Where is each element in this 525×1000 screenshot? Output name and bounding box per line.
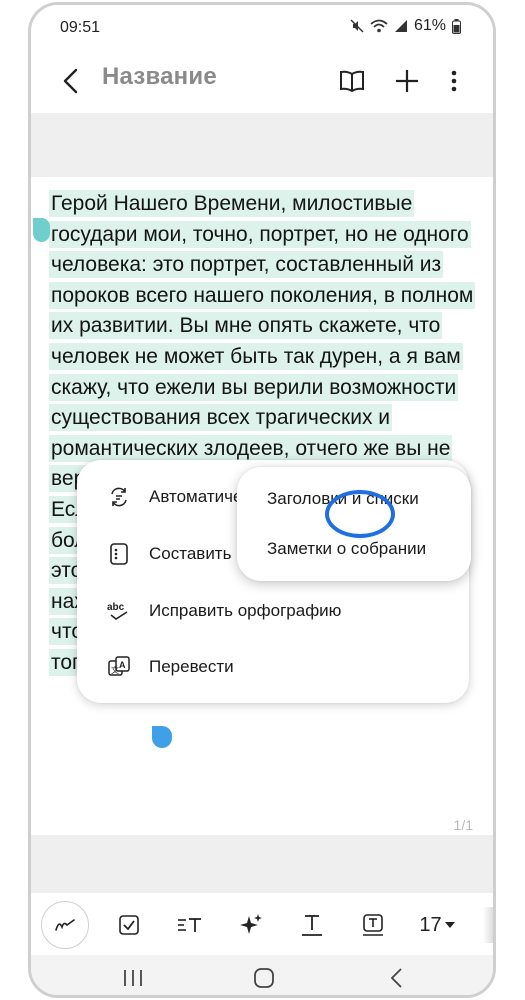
mute-icon <box>350 19 364 33</box>
footer-spacer <box>31 835 493 893</box>
selection-handle-start[interactable] <box>33 218 50 242</box>
text-box-button[interactable] <box>351 903 395 947</box>
screen: 09:51 61% Название Герой Нашего Времени,… <box>31 5 493 995</box>
book-button[interactable] <box>334 63 370 99</box>
text-underline-button[interactable] <box>290 903 334 947</box>
menu-item-label: Составить <box>149 544 232 563</box>
menu-item-translate[interactable]: A文 Перевести <box>77 638 469 696</box>
svg-text:abc: abc <box>107 602 125 613</box>
app-bar: Название <box>31 49 493 111</box>
book-icon <box>340 70 364 92</box>
system-back-button[interactable] <box>376 963 416 993</box>
recents-button[interactable] <box>113 963 153 993</box>
status-icons: 61% <box>350 17 461 35</box>
text-style-icon <box>178 918 201 932</box>
menu-item-spellcheck[interactable]: abc Исправить орфографию <box>77 582 469 640</box>
translate-icon: A文 <box>107 655 131 679</box>
recents-icon <box>124 970 142 986</box>
note-title[interactable]: Название <box>102 63 217 91</box>
selection-handle-end[interactable] <box>152 726 172 748</box>
plus-icon <box>396 70 418 92</box>
compose-icon <box>107 542 131 566</box>
header-spacer <box>31 113 493 177</box>
more-options-button[interactable] <box>436 63 472 99</box>
wifi-icon <box>370 19 388 33</box>
ai-sparkle-icon <box>240 914 262 934</box>
font-size-dropdown[interactable]: 17 <box>412 903 462 947</box>
back-icon <box>390 968 402 988</box>
more-vertical-icon <box>451 70 457 92</box>
svg-text:A: A <box>119 660 126 670</box>
auto-format-icon <box>107 485 131 509</box>
font-size-dropdown-icon <box>444 922 455 928</box>
battery-level: 61% <box>413 17 446 34</box>
status-time: 09:51 <box>60 19 101 36</box>
battery-icon <box>452 18 461 34</box>
pen-icon <box>55 919 75 931</box>
page-indicator: 1/1 <box>453 817 473 833</box>
text-underline-icon <box>302 915 322 936</box>
status-bar: 09:51 61% <box>31 5 493 49</box>
text-style-button[interactable] <box>168 903 212 947</box>
home-button[interactable] <box>244 963 284 993</box>
checkbox-button[interactable] <box>107 903 151 947</box>
pen-button[interactable] <box>41 901 89 949</box>
formatting-toolbar: 17 <box>31 895 493 955</box>
submenu-item-meeting-notes[interactable]: Заметки о собрании <box>267 539 426 559</box>
tap-indicator <box>325 490 395 538</box>
home-icon <box>254 968 274 988</box>
checkbox-icon <box>119 915 139 935</box>
back-arrow-icon <box>63 68 78 94</box>
ai-assist-button[interactable] <box>229 903 273 947</box>
back-button[interactable] <box>53 63 89 99</box>
navigation-bar <box>31 955 493 995</box>
spellcheck-icon: abc <box>107 599 131 623</box>
toolbar-scroll-fade <box>483 907 493 943</box>
font-size-value: 17 <box>419 913 442 936</box>
menu-item-label: Перевести <box>149 657 234 676</box>
text-box-icon <box>363 914 383 936</box>
phone-frame: 09:51 61% Название Герой Нашего Времени,… <box>28 2 496 998</box>
add-button[interactable] <box>389 63 425 99</box>
svg-text:文: 文 <box>111 665 119 675</box>
signal-icon <box>394 19 408 33</box>
menu-item-label: Исправить орфографию <box>149 601 342 620</box>
